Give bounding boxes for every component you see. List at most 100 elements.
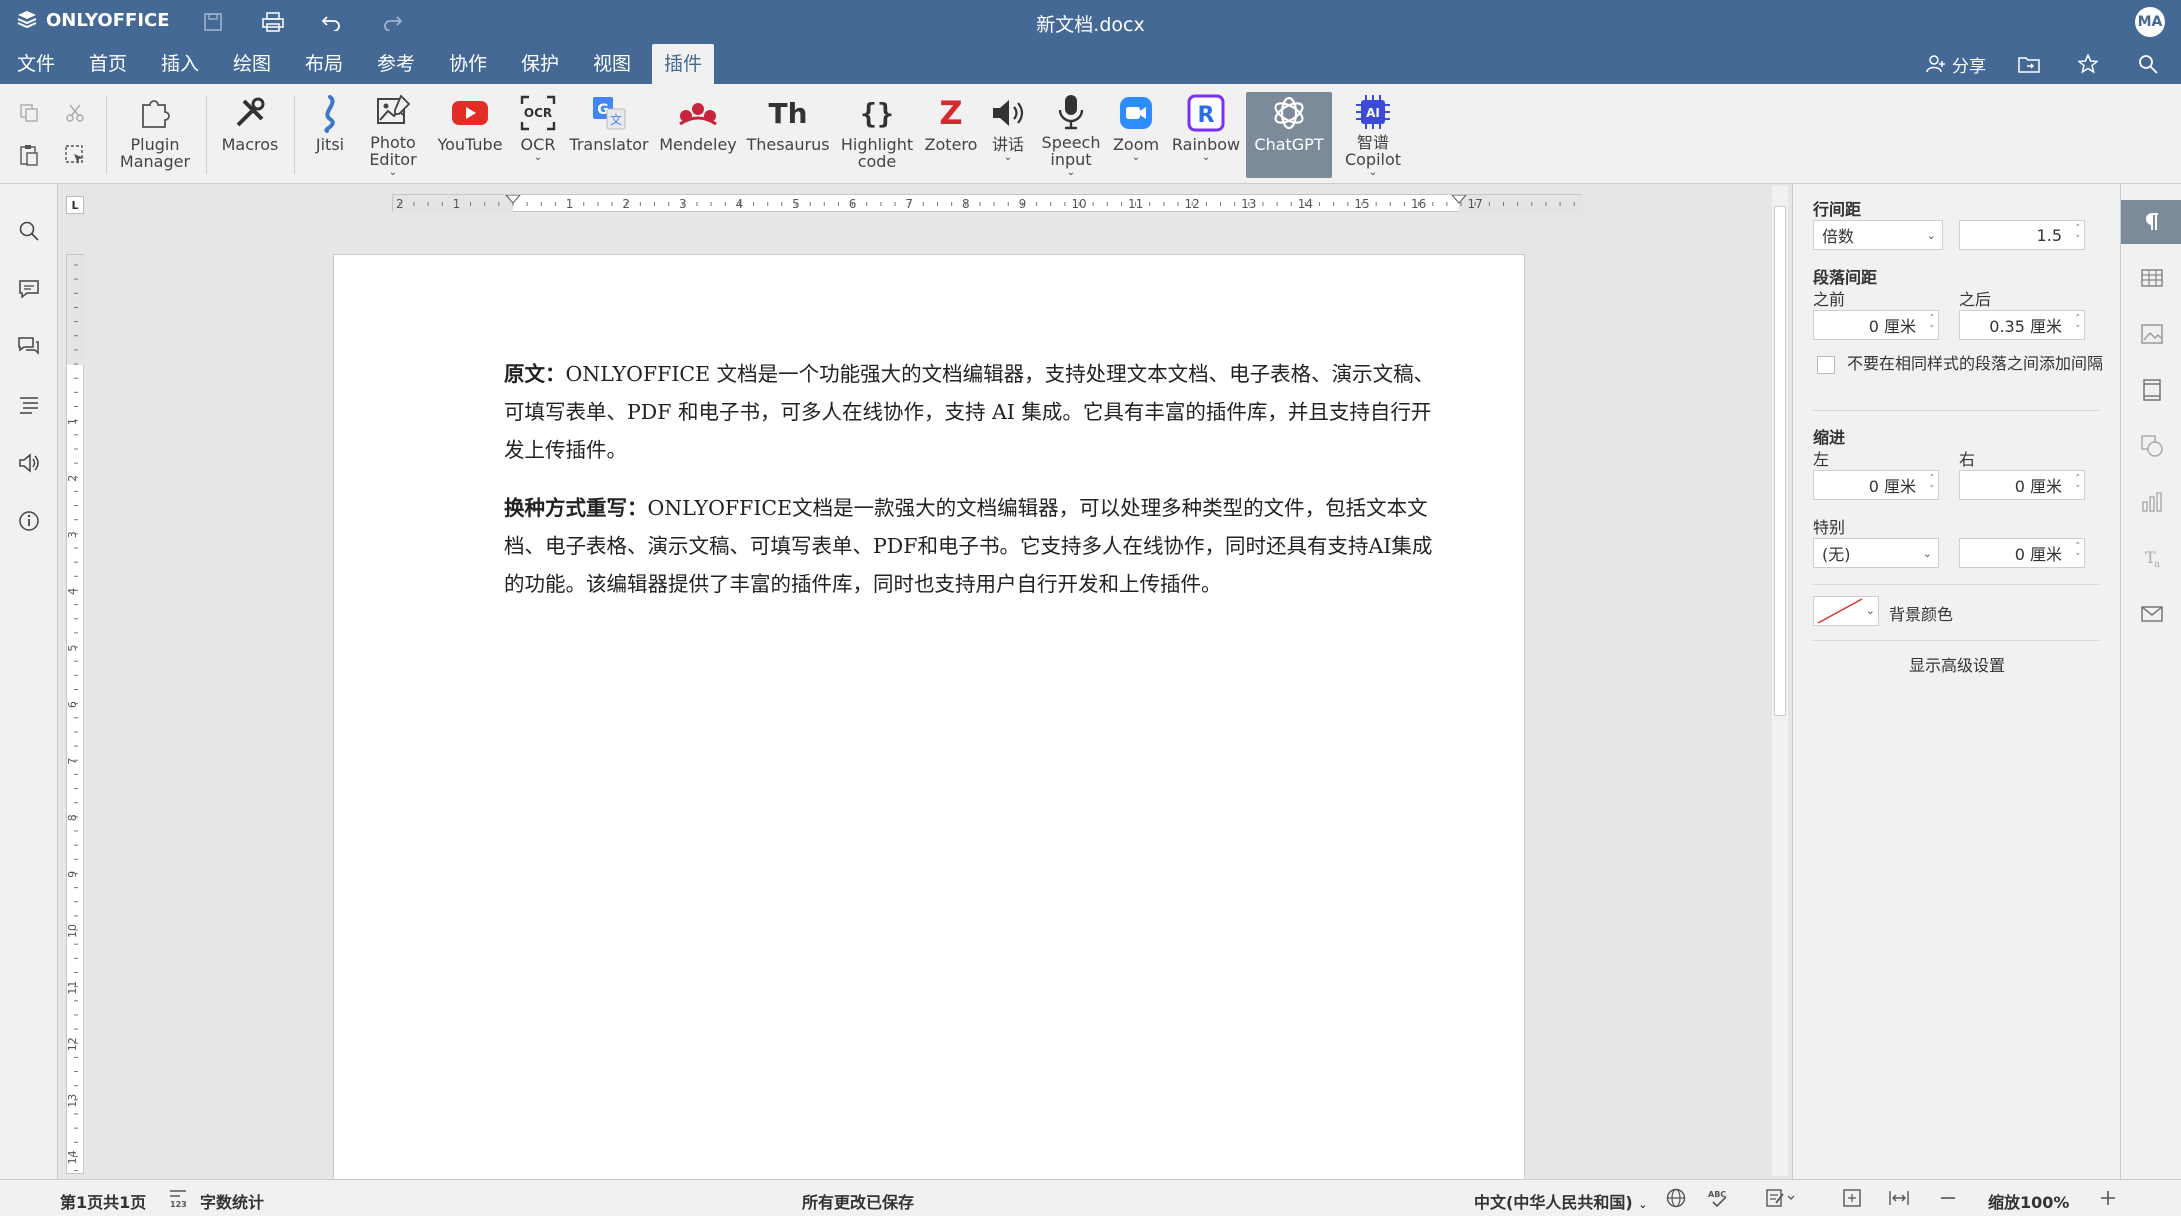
paragraph-original[interactable]: 原文：ONLYOFFICE 文档是一个功能强大的文档编辑器，支持处理文本文档、电… (504, 355, 1439, 469)
spacing-after-input[interactable]: 0.35 厘米 ˄ ˅ (1959, 310, 2085, 340)
plugin-manager-button[interactable]: Plugin Manager (116, 92, 194, 178)
speech-input-button[interactable]: Speech input ⌄ (1036, 92, 1106, 178)
app-logo: ONLYOFFICE (16, 9, 170, 31)
chat-icon[interactable] (14, 332, 44, 362)
macros-button[interactable]: Macros (216, 92, 284, 178)
zoom-in-icon[interactable] (2098, 1188, 2118, 1212)
chatgpt-button[interactable]: ChatGPT (1246, 92, 1332, 178)
tab-references[interactable]: 参考 (365, 44, 427, 84)
language-selector[interactable]: 中文(中华人民共和国) ⌄ (1474, 1189, 1647, 1213)
photo-editor-icon (371, 92, 415, 132)
special-indent-select[interactable]: (无) ⌄ (1813, 538, 1939, 568)
vertical-ruler[interactable]: 1 2 3 4 5 6 7 8 9 10 11 12 13 14 (66, 254, 85, 1174)
after-label: 之后 (1959, 290, 1992, 309)
chart-settings-icon[interactable] (2121, 480, 2181, 524)
document-page[interactable]: 原文：ONLYOFFICE 文档是一个功能强大的文档编辑器，支持处理文本文档、电… (333, 254, 1525, 1184)
zoom-out-icon[interactable] (1938, 1188, 1958, 1212)
spinner-icon[interactable]: ˄ ˅ (2076, 474, 2081, 496)
header-footer-settings-icon[interactable] (2121, 368, 2181, 412)
tab-insert[interactable]: 插入 (149, 44, 211, 84)
background-color-picker[interactable]: ⌄ (1813, 596, 1879, 626)
scrollbar-thumb[interactable] (1774, 206, 1786, 716)
indent-left-input[interactable]: 0 厘米 ˄ ˅ (1813, 470, 1939, 500)
tab-layout[interactable]: 布局 (293, 44, 355, 84)
table-settings-icon[interactable] (2121, 256, 2181, 300)
image-settings-icon[interactable] (2121, 312, 2181, 356)
share-button[interactable]: 分享 (1926, 44, 1986, 84)
ruler-tick-label: 5 (67, 645, 79, 652)
ruler-tick-label: 10 (67, 924, 79, 938)
indent-right-input[interactable]: 0 厘米 ˄ ˅ (1959, 470, 2085, 500)
youtube-label: YouTube (437, 135, 503, 154)
search-icon[interactable] (2138, 44, 2158, 84)
ocr-button[interactable]: OCR OCR ⌄ (512, 92, 564, 178)
youtube-button[interactable]: YouTube (432, 92, 508, 178)
tab-draw[interactable]: 绘图 (221, 44, 283, 84)
vertical-scrollbar[interactable] (1772, 186, 1788, 1176)
spinner-icon[interactable]: ˄ ˅ (2076, 224, 2081, 246)
globe-icon[interactable] (1666, 1188, 1686, 1212)
shape-settings-icon[interactable] (2121, 424, 2181, 468)
editor-area: L 211234567891011121314151617 1234567891… (58, 184, 1792, 1184)
fit-page-icon[interactable] (1842, 1188, 1862, 1212)
speech-button[interactable]: 讲话 ⌄ (982, 92, 1034, 178)
cut-icon[interactable] (60, 98, 90, 128)
tab-plugins[interactable]: 插件 (652, 44, 715, 84)
info-icon[interactable] (14, 506, 44, 536)
line-spacing-mode-select[interactable]: 倍数 ⌄ (1813, 220, 1943, 250)
rainbow-button[interactable]: R Rainbow ⌄ (1168, 92, 1244, 178)
line-spacing-value-input[interactable]: 1.5 ˄ ˅ (1959, 220, 2085, 250)
spacing-before-input[interactable]: 0 厘米 ˄ ˅ (1813, 310, 1939, 340)
svg-text:文: 文 (610, 112, 622, 127)
translator-button[interactable]: G文 Translator (566, 92, 652, 178)
share-label: 分享 (1952, 56, 1986, 77)
fit-width-icon[interactable] (1888, 1188, 1910, 1212)
spinner-icon[interactable]: ˄ ˅ (2076, 542, 2081, 564)
save-icon[interactable] (198, 8, 228, 36)
tab-file[interactable]: 文件 (5, 44, 67, 84)
select-all-icon[interactable] (60, 140, 90, 170)
redo-icon[interactable] (378, 8, 408, 36)
highlight-code-label: Highlight code (840, 135, 914, 171)
spinner-icon[interactable]: ˄ ˅ (2076, 314, 2081, 336)
horizontal-ruler[interactable]: 211234567891011121314151617 (392, 194, 1583, 213)
paragraph-settings-icon[interactable] (2121, 200, 2181, 244)
find-icon[interactable] (14, 216, 44, 246)
no-space-checkbox[interactable] (1817, 356, 1835, 374)
mendeley-button[interactable]: Mendeley (656, 92, 740, 178)
paragraph-rewritten[interactable]: 换种方式重写：ONLYOFFICE文档是一款强大的文档编辑器，可以处理多种类型的… (504, 489, 1439, 603)
undo-icon[interactable] (316, 8, 346, 36)
open-location-icon[interactable] (2018, 44, 2040, 84)
tab-view[interactable]: 视图 (581, 44, 643, 84)
comments-icon[interactable] (14, 274, 44, 304)
jitsi-button[interactable]: Jitsi (304, 92, 356, 178)
zoom-level[interactable]: 缩放100% (1988, 1189, 2069, 1213)
tab-protection[interactable]: 保护 (509, 44, 571, 84)
navigation-icon[interactable] (14, 390, 44, 420)
print-icon[interactable] (258, 8, 288, 36)
thesaurus-button[interactable]: Th Thesaurus (744, 92, 832, 178)
user-avatar[interactable]: MA (2135, 7, 2165, 37)
spinner-icon[interactable]: ˄ ˅ (1930, 474, 1935, 496)
tab-home[interactable]: 首页 (77, 44, 139, 84)
paste-icon[interactable] (14, 140, 44, 170)
read-aloud-icon[interactable] (14, 448, 44, 478)
tab-stop-selector[interactable]: L (66, 196, 84, 214)
zhipu-copilot-button[interactable]: AI 智谱 Copilot ⌄ (1334, 92, 1412, 178)
photo-editor-button[interactable]: Photo Editor ⌄ (358, 92, 428, 178)
spell-check-icon[interactable]: ABC (1708, 1188, 1730, 1212)
tab-collaboration[interactable]: 协作 (437, 44, 499, 84)
advanced-settings-link[interactable]: 显示高级设置 (1793, 652, 2121, 676)
spinner-icon[interactable]: ˄ ˅ (1930, 314, 1935, 336)
plugins-toolbar: Plugin Manager Macros Jitsi Photo Editor… (0, 84, 2181, 184)
text-art-settings-icon[interactable]: Ta (2121, 536, 2181, 580)
favorite-star-icon[interactable] (2078, 44, 2098, 84)
track-changes-icon[interactable] (1766, 1188, 1796, 1212)
braces-icon: {} (855, 92, 899, 134)
zoom-button[interactable]: Zoom ⌄ (1108, 92, 1164, 178)
special-indent-amount-input[interactable]: 0 厘米 ˄ ˅ (1959, 538, 2085, 568)
highlight-code-button[interactable]: {} Highlight code (836, 92, 918, 178)
zotero-button[interactable]: Z Zotero (922, 92, 980, 178)
mail-merge-icon[interactable] (2121, 592, 2181, 636)
copy-icon[interactable] (14, 98, 44, 128)
